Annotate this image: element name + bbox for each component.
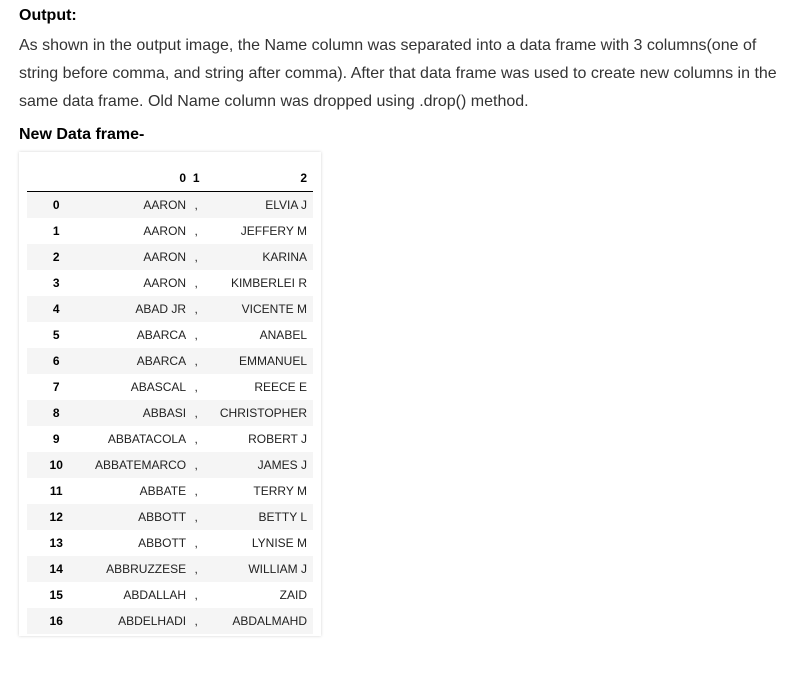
cell-col-0: ABDELHADI <box>118 614 187 628</box>
cell-col-2: KIMBERLEI R <box>230 276 307 290</box>
table-row: 9 ABBATACOLA, ROBERT J <box>27 426 313 452</box>
table-row: 6 ABARCA, EMMANUEL <box>27 348 313 374</box>
cell-col-0: ABASCAL <box>130 380 187 394</box>
row-index: 14 <box>49 562 63 576</box>
cell-col-2: REECE E <box>254 380 307 394</box>
table-row: 3 AARON, KIMBERLEI R <box>27 270 313 296</box>
row-index: 10 <box>49 458 63 472</box>
cell-col-0: ABBOTT <box>138 510 187 524</box>
cell-col-2: ABDALMAHD <box>232 614 307 628</box>
table-header-row: 0 1 2 <box>27 165 313 192</box>
cell-col-0: ABBOTT <box>138 536 187 550</box>
cell-col-1: , <box>194 302 198 316</box>
column-header-2: 2 <box>206 165 313 192</box>
cell-col-0: ABBATE <box>139 484 187 498</box>
cell-col-2: KARINA <box>262 250 307 264</box>
column-header-0: 0 <box>85 165 187 192</box>
table-row: 4 ABAD JR, VICENTE M <box>27 296 313 322</box>
cell-col-1: , <box>194 510 198 524</box>
cell-col-0: ABBASI <box>142 406 187 420</box>
row-index: 8 <box>52 406 60 420</box>
cell-col-2: BETTY L <box>258 510 307 524</box>
row-index: 12 <box>49 510 63 524</box>
cell-col-1: , <box>194 250 198 264</box>
row-index: 7 <box>52 380 60 394</box>
dataframe-table: 0 1 2 0 AARON, ELVIA J 1 AARON, JEFFERY M 2 AAR… <box>27 165 313 634</box>
cell-col-1: , <box>194 276 198 290</box>
table-body: 0 AARON, ELVIA J 1 AARON, JEFFERY M 2 AARON, KAR… <box>27 191 313 634</box>
table-row: 12 ABBOTT, BETTY L <box>27 504 313 530</box>
cell-col-1: , <box>194 224 198 238</box>
cell-col-2: ROBERT J <box>248 432 307 446</box>
cell-col-2: ELVIA J <box>265 198 307 212</box>
cell-col-2: EMMANUEL <box>238 354 307 368</box>
cell-col-1: , <box>194 588 198 602</box>
output-heading: Output: <box>19 7 77 24</box>
table-row: 14 ABBRUZZESE, WILLIAM J <box>27 556 313 582</box>
row-index: 1 <box>52 224 60 238</box>
cell-col-0: ABDALLAH <box>123 588 187 602</box>
cell-col-2: TERRY M <box>253 484 307 498</box>
table-row: 2 AARON, KARINA <box>27 244 313 270</box>
table-row: 13 ABBOTT, LYNISE M <box>27 530 313 556</box>
cell-col-1: , <box>194 406 198 420</box>
table-row: 5 ABARCA, ANABEL <box>27 322 313 348</box>
cell-col-2: ANABEL <box>259 328 307 342</box>
column-header-index <box>27 165 86 192</box>
row-index: 4 <box>52 302 60 316</box>
cell-col-1: , <box>194 614 198 628</box>
row-index: 5 <box>52 328 60 342</box>
cell-col-2: ZAID <box>279 588 307 602</box>
cell-col-0: AARON <box>143 250 187 264</box>
row-index: 16 <box>49 614 63 628</box>
cell-col-0: AARON <box>143 276 187 290</box>
cell-col-1: , <box>194 380 198 394</box>
cell-col-1: , <box>194 354 198 368</box>
table-row: 0 AARON, ELVIA J <box>27 191 313 218</box>
cell-col-2: WILLIAM J <box>248 562 307 576</box>
dataframe-output-image: 0 1 2 0 AARON, ELVIA J 1 AARON, JEFFERY M 2 AAR… <box>19 152 321 636</box>
cell-col-0: ABBATEMARCO <box>94 458 187 472</box>
row-index: 6 <box>52 354 60 368</box>
table-row: 7 ABASCAL, REECE E <box>27 374 313 400</box>
table-row: 8 ABBASI, CHRISTOPHER <box>27 400 313 426</box>
row-index: 15 <box>49 588 63 602</box>
cell-col-1: , <box>194 432 198 446</box>
table-row: 10 ABBATEMARCO, JAMES J <box>27 452 313 478</box>
cell-col-1: , <box>194 198 198 212</box>
cell-col-2: VICENTE M <box>241 302 307 316</box>
row-index: 2 <box>52 250 60 264</box>
cell-col-0: ABARCA <box>136 354 187 368</box>
row-index: 0 <box>52 198 60 212</box>
cell-col-1: , <box>194 328 198 342</box>
cell-col-2: JAMES J <box>257 458 307 472</box>
cell-col-0: ABARCA <box>136 328 187 342</box>
cell-col-2: JEFFERY M <box>240 224 307 238</box>
dataframe-heading: New Data frame- <box>19 126 145 143</box>
column-header-1: 1 <box>186 165 207 192</box>
row-index: 9 <box>52 432 60 446</box>
table-row: 11 ABBATE, TERRY M <box>27 478 313 504</box>
table-row: 16 ABDELHADI, ABDALMAHD <box>27 608 313 634</box>
cell-col-1: , <box>194 484 198 498</box>
row-index: 13 <box>49 536 63 550</box>
cell-col-0: ABBATACOLA <box>107 432 187 446</box>
output-paragraph: As shown in the output image, the Name c… <box>19 37 777 110</box>
table-row: 1 AARON, JEFFERY M <box>27 218 313 244</box>
cell-col-0: ABBRUZZESE <box>106 562 187 576</box>
row-index: 3 <box>52 276 60 290</box>
table-row: 15 ABDALLAH, ZAID <box>27 582 313 608</box>
row-index: 11 <box>49 484 63 498</box>
cell-col-2: CHRISTOPHER <box>219 406 307 420</box>
cell-col-0: AARON <box>143 224 187 238</box>
cell-col-1: , <box>194 458 198 472</box>
cell-col-2: LYNISE M <box>251 536 307 550</box>
cell-col-0: AARON <box>143 198 187 212</box>
cell-col-1: , <box>194 562 198 576</box>
cell-col-0: ABAD JR <box>135 302 187 316</box>
cell-col-1: , <box>194 536 198 550</box>
